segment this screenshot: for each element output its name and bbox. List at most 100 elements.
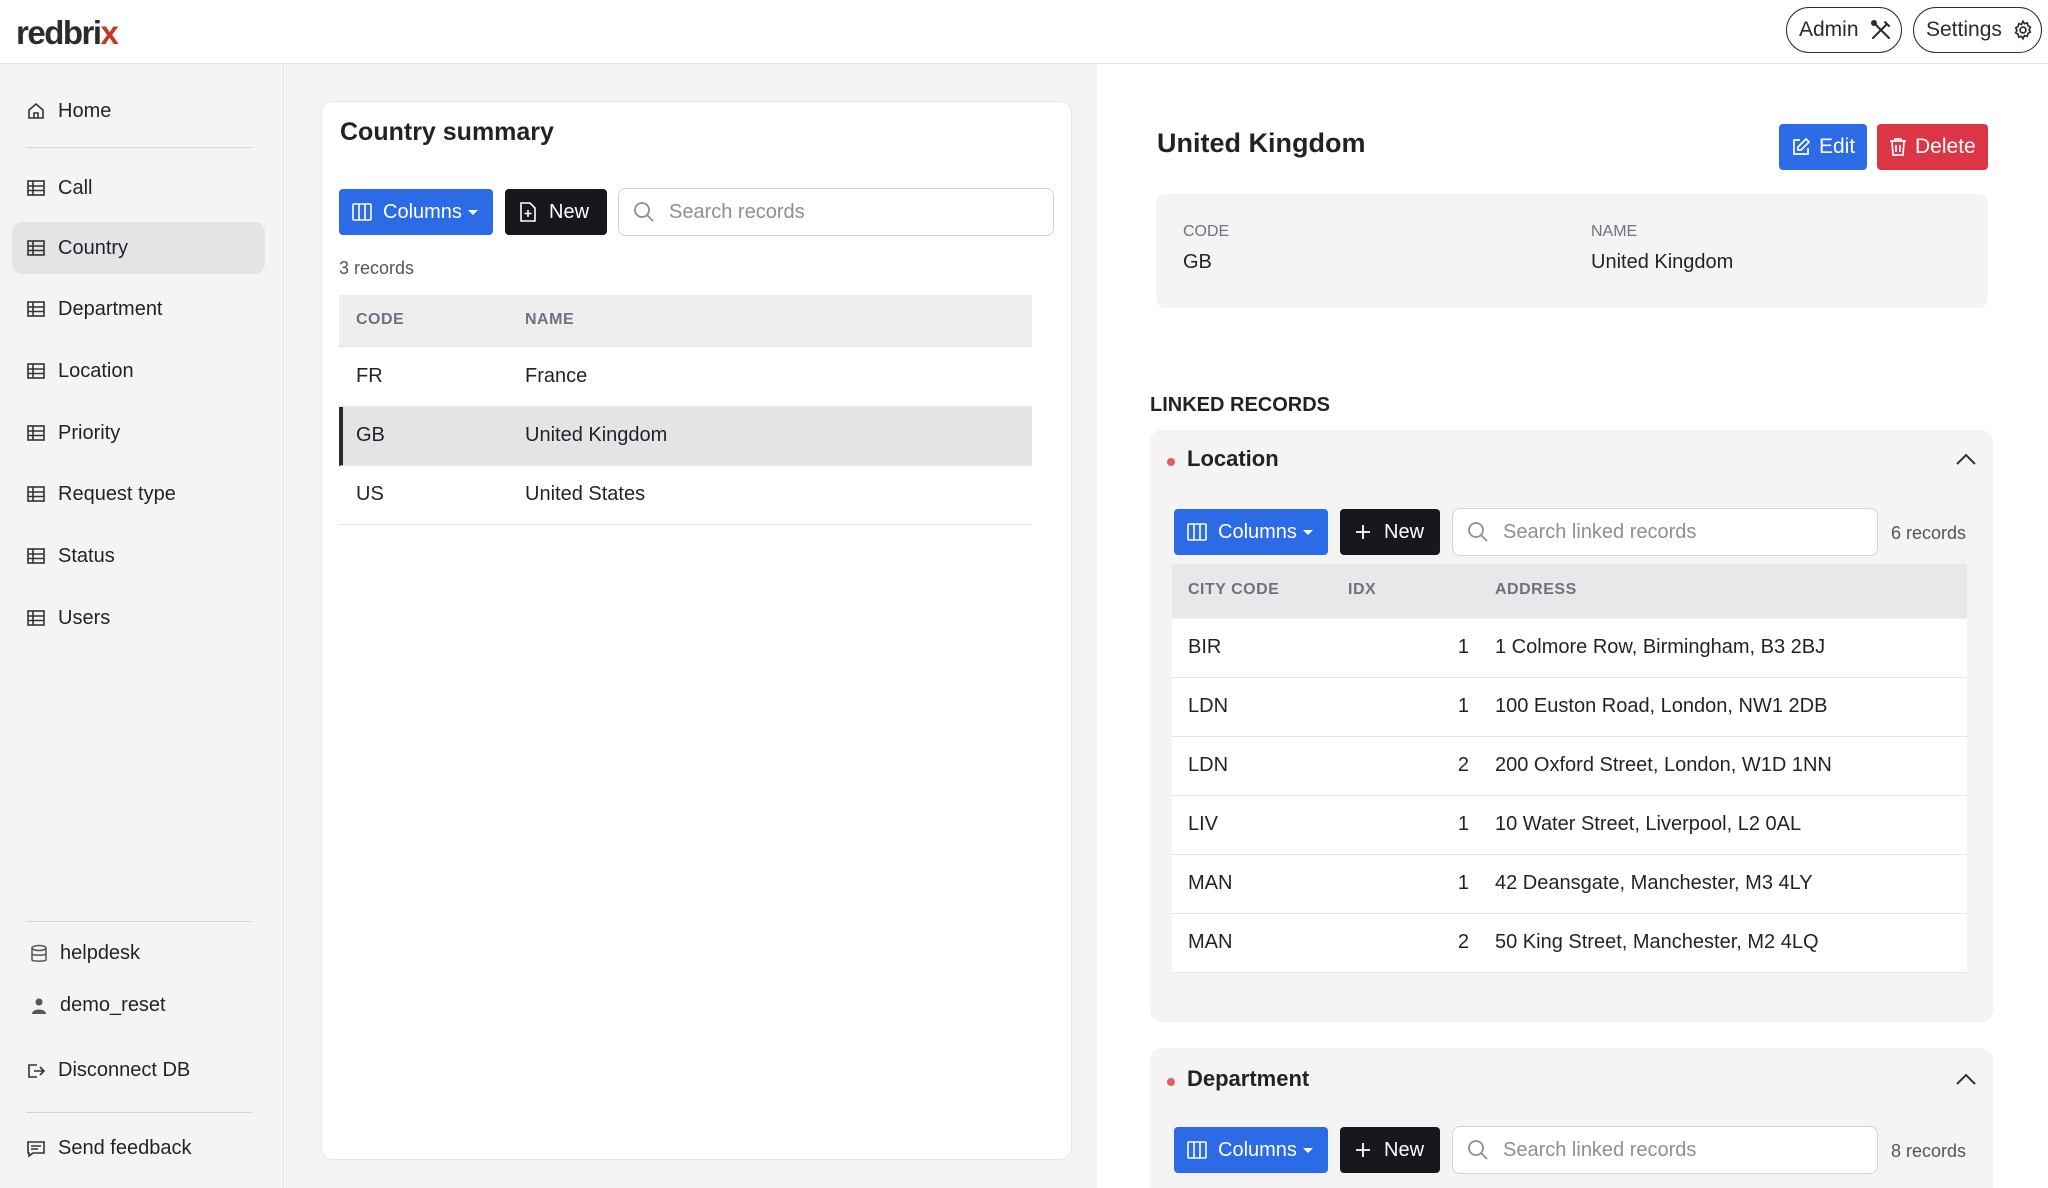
linked-search-input[interactable]: Search linked records [1452,1126,1878,1174]
bullet-dot [1167,1078,1175,1086]
nav-divider [26,1112,252,1113]
sidebar-item-department[interactable]: Department [12,283,265,335]
disconnect-db-link[interactable]: Disconnect DB [26,1059,190,1082]
table-row-selected[interactable]: GB United Kingdom [339,407,1032,466]
linked-panel-title[interactable]: Location [1187,446,1279,472]
columns-icon [1186,1139,1208,1161]
new-record-button[interactable]: New [505,189,607,235]
bullet-dot [1167,458,1175,466]
table-icon [26,608,46,628]
nav-divider [26,921,252,922]
record-count: 3 records [339,258,415,278]
table-header: CITY CODE IDX ADDRESS [1172,564,1967,618]
columns-button[interactable]: Columns [339,189,493,235]
columns-icon [351,201,373,223]
plus-icon [1354,523,1372,541]
linked-record-count: 8 records [1891,1141,1967,1161]
table-icon [26,484,46,504]
country-table: CODE NAME FR France GB United Kingdom US… [339,295,1032,527]
column-header-name[interactable]: NAME [525,311,574,329]
chevron-up-icon[interactable] [1955,452,1977,466]
columns-button[interactable]: Columns [1174,1127,1328,1173]
column-header-city-code[interactable]: CITY CODE [1188,581,1279,599]
top-header: redbrix Admin Settings [0,0,2048,64]
app-logo[interactable]: redbrix [16,14,119,52]
linked-panel-department: Department Columns New Search linked rec… [1150,1048,1993,1188]
plus-icon [1354,1141,1372,1159]
linked-search-input[interactable]: Search linked records [1452,508,1878,556]
sidebar-item-call[interactable]: Call [12,162,265,214]
search-input[interactable]: Search records [618,188,1054,236]
caret-down-icon [1302,529,1313,535]
sidebar-item-location[interactable]: Location [12,345,265,397]
table-row[interactable]: MAN 2 50 King Street, Manchester, M2 4LQ [1172,914,1967,973]
tools-icon [1869,18,1893,42]
sidebar-item-request-type[interactable]: Request type [12,468,265,520]
table-icon [26,423,46,443]
sidebar: Home Call Country Department Location Pr… [0,64,284,1188]
table-icon [26,546,46,566]
summary-card: Country summary Columns New Search recor… [321,101,1072,1160]
location-table: CITY CODE IDX ADDRESS BIR 1 1 Colmore Ro… [1172,564,1967,978]
record-details: CODE GB NAME United Kingdom [1156,194,1988,308]
table-icon [26,299,46,319]
field-value-name: United Kingdom [1591,251,1734,273]
columns-icon [1186,521,1208,543]
settings-button[interactable]: Settings [1913,7,2042,53]
chat-icon [26,1139,46,1159]
caret-down-icon [467,209,478,215]
summary-pane: Country summary Columns New Search recor… [285,64,1097,1188]
database-icon [30,944,48,964]
table-row[interactable]: LDN 2 200 Oxford Street, London, W1D 1NN [1172,737,1967,796]
table-icon [26,361,46,381]
home-icon [26,101,46,121]
linked-record-count: 6 records [1891,523,1967,543]
table-icon [26,178,46,198]
linked-records-heading: LINKED RECORDS [1150,394,1331,416]
column-header-idx[interactable]: IDX [1348,581,1376,599]
table-row[interactable]: LIV 1 10 Water Street, Liverpool, L2 0AL [1172,796,1967,855]
trash-icon [1889,137,1907,157]
columns-button[interactable]: Columns [1174,509,1328,555]
column-header-address[interactable]: ADDRESS [1495,581,1577,599]
table-row[interactable]: FR France [339,348,1032,407]
field-label-code: CODE [1183,223,1230,240]
file-plus-icon [519,201,537,223]
sidebar-item-status[interactable]: Status [12,530,265,582]
record-title: United Kingdom [1157,128,1366,158]
table-header: CODE NAME [339,295,1032,347]
linked-panel-title[interactable]: Department [1187,1066,1309,1092]
table-row[interactable]: LDN 1 100 Euston Road, London, NW1 2DB [1172,678,1967,737]
new-linked-button[interactable]: New [1340,509,1440,555]
user-icon [30,997,48,1015]
sign-out-icon [26,1061,46,1081]
table-row[interactable]: MAN 1 42 Deansgate, Manchester, M3 4LY [1172,855,1967,914]
sidebar-item-users[interactable]: Users [12,592,265,644]
field-label-name: NAME [1591,223,1638,240]
search-icon [1467,1139,1489,1161]
new-linked-button[interactable]: New [1340,1127,1440,1173]
sidebar-item-home[interactable]: Home [12,85,265,137]
page-title: Country summary [340,118,554,146]
linked-panel-location: Location Columns New Search linked recor… [1150,430,1993,1022]
caret-down-icon [1302,1147,1313,1153]
user-name: demo_reset [30,994,166,1017]
chevron-up-icon[interactable] [1955,1072,1977,1086]
table-row[interactable]: US United States [339,466,1032,525]
db-name: helpdesk [30,942,140,965]
sidebar-item-country[interactable]: Country [12,222,265,274]
delete-button[interactable]: Delete [1877,124,1988,170]
nav-divider [26,147,252,148]
gear-icon [2012,19,2034,41]
admin-button[interactable]: Admin [1786,7,1902,53]
column-header-code[interactable]: CODE [356,311,404,329]
edit-icon [1791,137,1811,157]
edit-button[interactable]: Edit [1779,124,1867,170]
detail-pane: United Kingdom Edit Delete CODE GB NAME … [1097,64,2048,1188]
table-row[interactable]: BIR 1 1 Colmore Row, Birmingham, B3 2BJ [1172,619,1967,678]
send-feedback-link[interactable]: Send feedback [26,1137,191,1160]
sidebar-item-priority[interactable]: Priority [12,407,265,459]
table-icon [26,238,46,258]
search-icon [633,201,655,223]
search-icon [1467,521,1489,543]
